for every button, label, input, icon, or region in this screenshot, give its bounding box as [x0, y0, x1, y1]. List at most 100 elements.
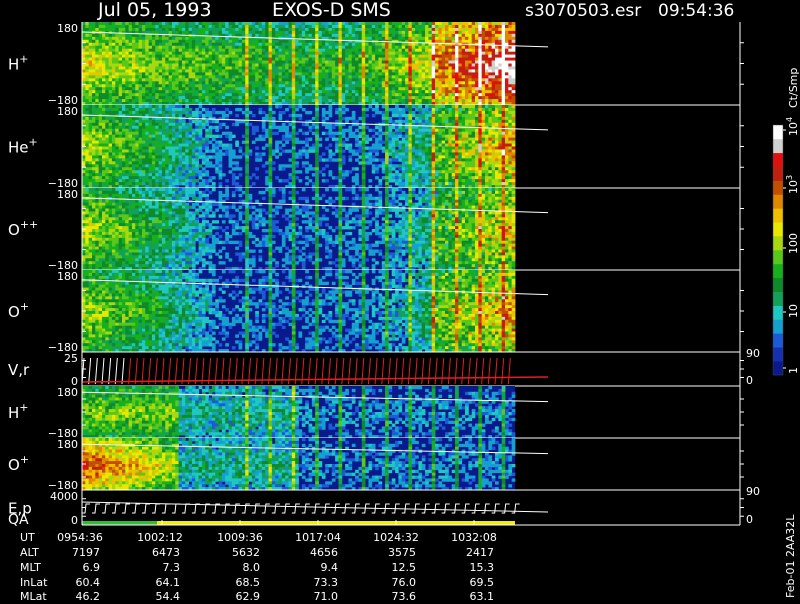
- spectrogram-cell: [89, 34, 93, 37]
- spectrogram-cell: [255, 49, 259, 52]
- spectrogram-cell: [175, 158, 179, 161]
- spectrogram-cell: [155, 43, 159, 46]
- spectrogram-cell: [105, 96, 109, 99]
- spectrogram-cell: [95, 25, 99, 28]
- spectrogram-cell: [425, 55, 429, 58]
- spectrogram-cell: [315, 93, 319, 96]
- spectrogram-cell: [282, 149, 286, 152]
- spectrogram-cell: [372, 81, 376, 84]
- spectrogram-cell: [92, 52, 96, 55]
- spectrogram-cell: [165, 105, 169, 108]
- spectrogram-cell: [495, 99, 499, 102]
- spectrogram-cell: [235, 25, 239, 28]
- spectrogram-cell: [388, 78, 392, 81]
- spectrogram-cell: [165, 31, 169, 34]
- spectrogram-cell: [125, 40, 129, 43]
- spectrogram-cell: [442, 52, 446, 55]
- spectrogram-cell: [145, 61, 149, 64]
- spectrogram-cell: [159, 132, 163, 135]
- spectrogram-cell: [239, 149, 243, 152]
- spectrogram-cell: [172, 149, 176, 152]
- spectrogram-cell: [305, 49, 309, 52]
- spectrogram-cell: [192, 61, 196, 64]
- spectrogram-cell: [229, 158, 233, 161]
- spectrogram-cell: [318, 69, 322, 72]
- spectrogram-cell: [205, 123, 209, 126]
- spectrogram-cell: [385, 75, 389, 78]
- spectrogram-cell: [462, 72, 466, 75]
- spectrogram-cell: [405, 87, 409, 90]
- spectrogram-cell: [185, 126, 189, 129]
- spectrogram-cell: [112, 176, 116, 179]
- spectrogram-cell: [162, 138, 166, 141]
- spectrogram-cell: [175, 129, 179, 132]
- spectrogram-cell: [189, 182, 193, 185]
- spectrogram-cell: [222, 90, 226, 93]
- spectrogram-cell: [498, 75, 502, 78]
- spectrogram-cell: [145, 90, 149, 93]
- spectrogram-cell: [392, 66, 396, 69]
- spectrogram-cell: [405, 75, 409, 78]
- spectrogram-cell: [145, 49, 149, 52]
- spectrogram-cell: [162, 126, 166, 129]
- spectrogram-cell: [209, 22, 213, 25]
- spectrogram-cell: [209, 87, 213, 90]
- spectrogram-cell: [372, 75, 376, 78]
- spectrogram-cell: [125, 135, 129, 138]
- spectrogram-cell: [89, 61, 93, 64]
- spectrogram-cell: [495, 22, 499, 25]
- spectrogram-cell: [92, 132, 96, 135]
- spectrogram-cell: [512, 52, 516, 55]
- spectrogram-cell: [382, 72, 386, 75]
- spectrogram-cell: [398, 99, 402, 102]
- spectrogram-cell: [85, 55, 89, 58]
- spectrogram-cell: [199, 114, 203, 117]
- spectrogram-cell: [505, 72, 509, 75]
- spectrogram-cell: [185, 179, 189, 182]
- spectrogram-cell: [172, 22, 176, 25]
- spectrogram-cell: [482, 46, 486, 49]
- spectrogram-cell: [219, 93, 223, 96]
- spectrogram-cell: [465, 22, 469, 25]
- spectrogram-cell: [392, 75, 396, 78]
- spectrogram-cell: [488, 96, 492, 99]
- spectrogram-cell: [152, 167, 156, 170]
- spectrogram-cell: [135, 52, 139, 55]
- spectrogram-cell: [472, 49, 476, 52]
- spectrogram-cell: [175, 147, 179, 150]
- spectrogram-cell: [172, 108, 176, 111]
- spectrogram-cell: [132, 52, 136, 55]
- spectrogram-cell: [102, 99, 106, 102]
- spectrogram-cell: [222, 93, 226, 96]
- spectrogram-cell: [252, 78, 256, 81]
- spectrogram-cell: [272, 126, 276, 129]
- spectrogram-cell: [189, 126, 193, 129]
- spectrogram-cell: [272, 34, 276, 37]
- spectrogram-cell: [348, 78, 352, 81]
- spectrogram-cell: [275, 43, 279, 46]
- spectrogram-cell: [99, 22, 103, 25]
- spectrogram-cell: [189, 81, 193, 84]
- spectrogram-cell: [229, 111, 233, 114]
- spectrogram-cell: [205, 61, 209, 64]
- spectrogram-cell: [348, 43, 352, 46]
- spectrogram-cell: [182, 170, 186, 173]
- spectrogram-cell: [415, 34, 419, 37]
- spectrogram-cell: [498, 64, 502, 67]
- spectrogram-cell: [452, 31, 456, 34]
- spectrogram-cell: [465, 93, 469, 96]
- spectrogram-cell: [435, 96, 439, 99]
- spectrogram-cell: [255, 129, 259, 132]
- spectrogram-cell: [495, 66, 499, 69]
- spectrogram-cell: [342, 28, 346, 31]
- spectrogram-cell: [259, 93, 263, 96]
- spectrogram-cell: [322, 81, 326, 84]
- spectrogram-cell: [182, 173, 186, 176]
- spectrogram-cell: [388, 31, 392, 34]
- spectrogram-cell: [262, 87, 266, 90]
- spectrogram-cell: [162, 135, 166, 138]
- spectrogram-cell: [139, 37, 143, 40]
- spectrogram-cell: [209, 135, 213, 138]
- spectrogram-cell: [335, 22, 339, 25]
- spectrogram-cell: [388, 46, 392, 49]
